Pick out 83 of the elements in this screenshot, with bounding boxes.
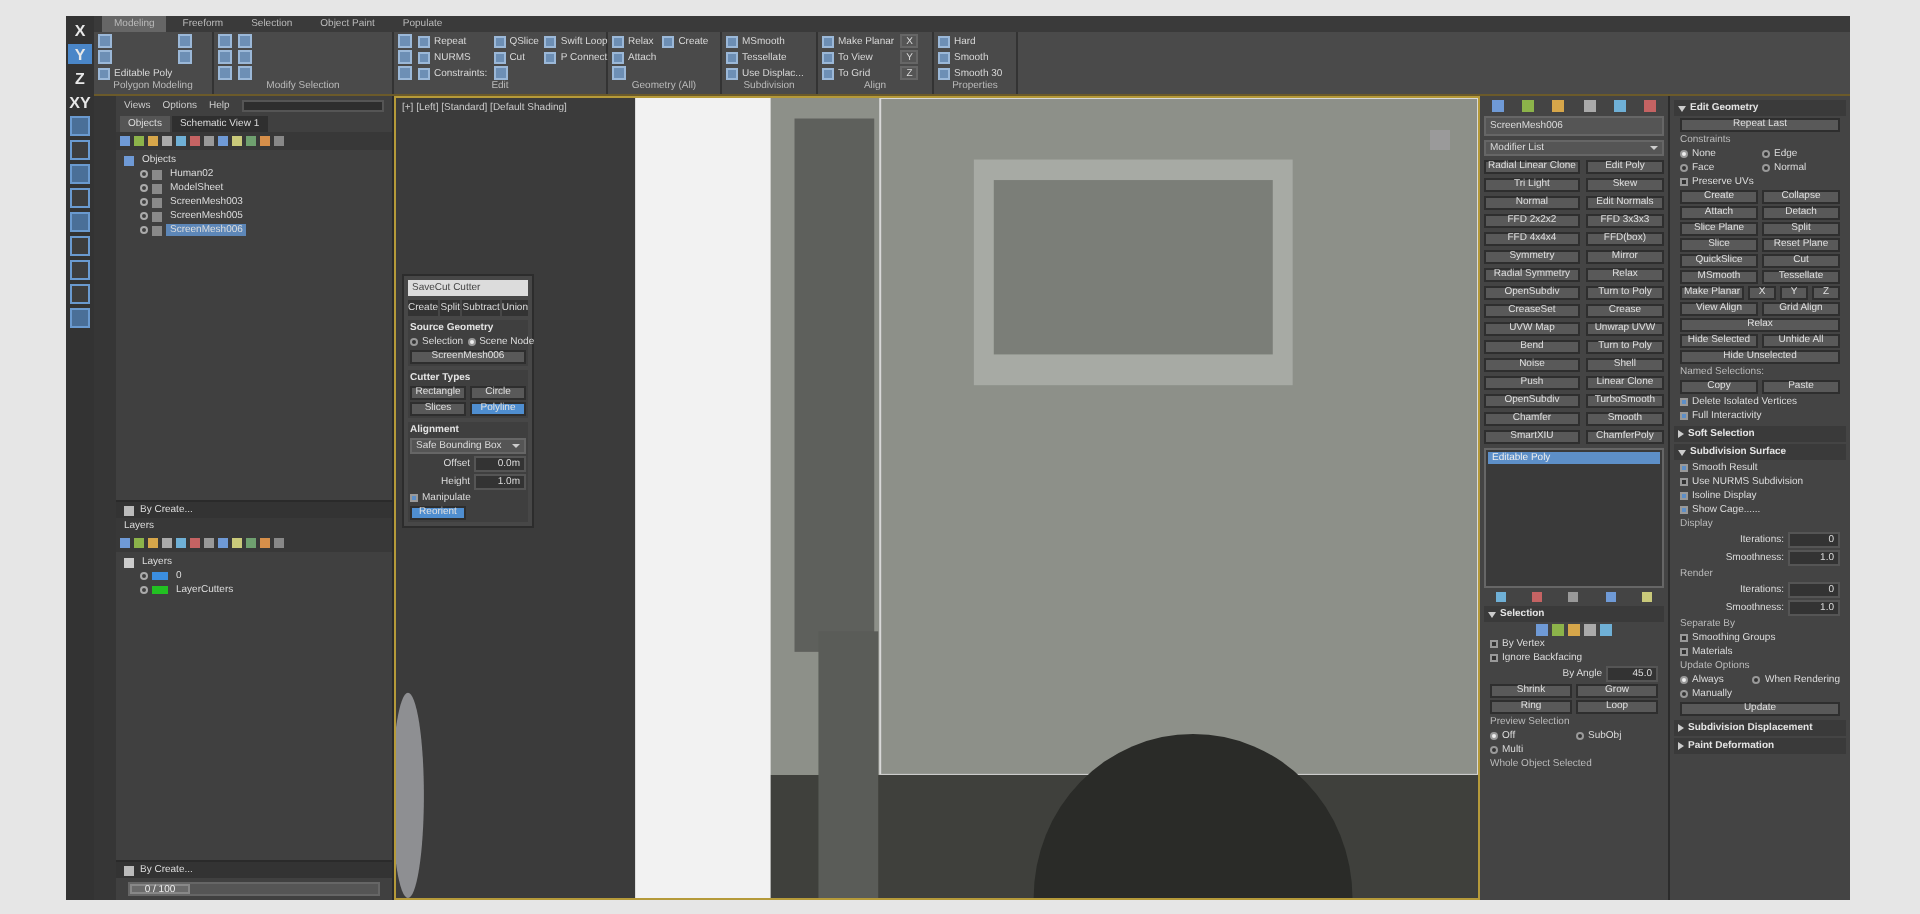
tile-icon — [544, 51, 557, 63]
tile-icon — [544, 35, 557, 47]
tile-icon[interactable] — [493, 66, 508, 80]
tile-icon — [662, 35, 675, 47]
radio-button[interactable] — [1752, 676, 1761, 684]
tile-icon — [822, 51, 834, 63]
arrow-icon — [1678, 449, 1686, 455]
tile-icon — [418, 51, 430, 63]
tile-icon — [726, 67, 738, 79]
tile-icon[interactable] — [238, 34, 252, 48]
checkbox[interactable] — [1680, 634, 1688, 642]
tile-icon[interactable] — [218, 50, 232, 64]
tile-icon[interactable] — [98, 50, 112, 64]
tile-icon — [938, 35, 950, 47]
tile-icon — [938, 67, 950, 79]
axis-button[interactable]: XY — [68, 92, 92, 112]
radio-button[interactable] — [1490, 732, 1498, 740]
checkbox[interactable] — [410, 494, 418, 502]
checkbox[interactable] — [1680, 412, 1688, 420]
checkbox[interactable] — [1680, 506, 1688, 514]
checkbox[interactable] — [1680, 398, 1688, 406]
radio-button[interactable] — [467, 338, 476, 346]
tile-icon — [612, 51, 624, 63]
axis-button[interactable]: Y — [68, 44, 92, 64]
tile-icon — [418, 67, 430, 79]
radio-button[interactable] — [1680, 164, 1688, 172]
tile-icon — [418, 35, 430, 47]
axis-button[interactable]: X — [68, 20, 92, 40]
tile-icon — [493, 35, 506, 47]
checkbox[interactable] — [1680, 464, 1688, 472]
tile-icon — [726, 51, 738, 63]
arrow-icon — [1488, 611, 1496, 617]
panel-tab-icon[interactable] — [1491, 100, 1504, 112]
arrow-icon — [1678, 105, 1686, 111]
stack-tool-icon[interactable] — [1568, 592, 1579, 602]
stack-tool-icon[interactable] — [1642, 592, 1653, 602]
tile-icon[interactable] — [398, 66, 412, 80]
radio-button[interactable] — [1576, 732, 1584, 740]
checkbox[interactable] — [1490, 654, 1498, 662]
stack-tool-icon[interactable] — [1495, 592, 1506, 602]
stack-tool-icon[interactable] — [1532, 592, 1543, 602]
panel-tab-icon[interactable] — [1583, 100, 1596, 112]
radio-button[interactable] — [1680, 690, 1688, 698]
tile-icon — [493, 51, 506, 63]
panel-tab-icon[interactable] — [1613, 100, 1626, 112]
tile-icon — [938, 51, 950, 63]
axis-button[interactable]: Z — [68, 68, 92, 88]
caret-icon — [1650, 146, 1658, 150]
checkbox[interactable] — [1680, 492, 1688, 500]
checkbox[interactable] — [1680, 648, 1688, 656]
radio-button[interactable] — [1762, 164, 1770, 172]
search-field[interactable] — [241, 100, 384, 112]
checkbox[interactable] — [1680, 478, 1688, 486]
tile-icon — [822, 35, 834, 47]
tile-icon[interactable] — [612, 66, 626, 80]
radio-button[interactable] — [1490, 746, 1498, 754]
stack-tool-icon[interactable] — [1605, 592, 1616, 602]
tile-icon[interactable] — [398, 50, 412, 64]
arrow-icon — [1678, 430, 1684, 438]
tile-icon[interactable] — [98, 34, 112, 48]
tile-icon[interactable] — [238, 50, 252, 64]
panel-tab-icon[interactable] — [1552, 100, 1565, 112]
tile-icon[interactable] — [178, 34, 193, 48]
tile-icon — [726, 35, 738, 47]
panel-tab-icon[interactable] — [1521, 100, 1534, 112]
radio-button[interactable] — [1680, 150, 1688, 158]
radio-button[interactable] — [410, 338, 418, 346]
tile-icon[interactable] — [218, 34, 232, 48]
tile-icon[interactable] — [238, 66, 252, 80]
caret-icon — [512, 444, 520, 448]
checkbox[interactable] — [1490, 640, 1498, 648]
checkbox[interactable] — [1680, 178, 1688, 186]
radio-button[interactable] — [1762, 150, 1770, 158]
tile-icon[interactable] — [218, 66, 232, 80]
tile-icon[interactable] — [398, 34, 412, 48]
arrow-icon — [1678, 724, 1684, 732]
tile-icon — [612, 35, 624, 47]
tile-icon — [822, 67, 834, 79]
panel-tab-icon[interactable] — [1644, 100, 1657, 112]
tile-icon[interactable] — [178, 50, 193, 64]
arrow-icon — [1678, 742, 1684, 750]
tile-icon — [98, 67, 110, 79]
radio-button[interactable] — [1680, 676, 1688, 684]
